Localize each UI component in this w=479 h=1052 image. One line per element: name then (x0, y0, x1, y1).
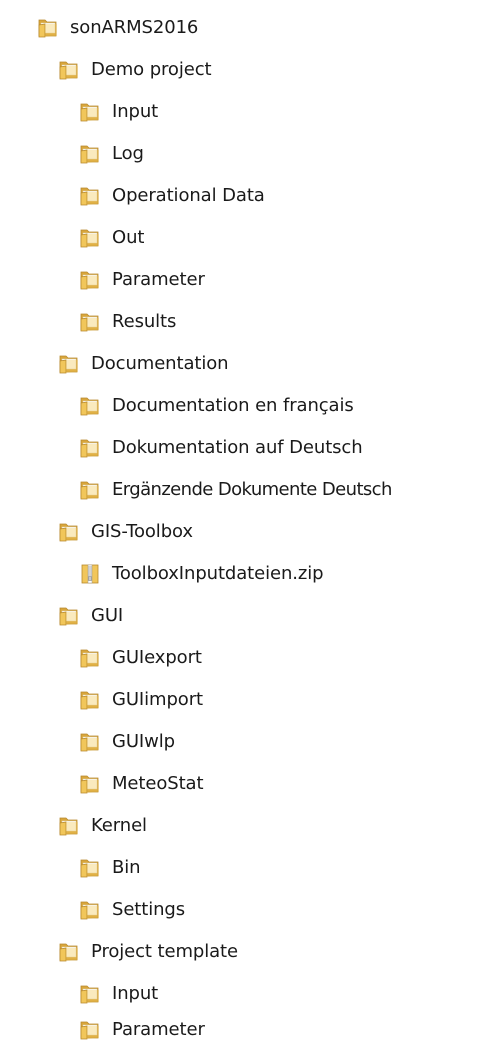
tree-item-documentation[interactable]: Documentation (57, 344, 229, 384)
tree-item-project-template[interactable]: Project template (57, 932, 238, 972)
folder-icon (78, 688, 102, 712)
tree-item-label: Input (112, 101, 159, 122)
tree-item-results[interactable]: Results (78, 302, 176, 342)
tree-item-label: MeteoStat (112, 773, 204, 794)
folder-icon (78, 982, 102, 1006)
folder-icon (57, 814, 81, 838)
tree-item-input[interactable]: Input (78, 92, 158, 132)
tree-item-label: GIS-Toolbox (91, 521, 193, 542)
folder-icon (78, 142, 102, 166)
tree-item-documentation-en-francais[interactable]: Documentation en français (78, 386, 354, 426)
zip-file-icon (78, 562, 102, 586)
tree-item-label: Documentation en français (112, 395, 354, 416)
tree-item-out[interactable]: Out (78, 218, 144, 258)
folder-icon (78, 184, 102, 208)
folder-icon (57, 940, 81, 964)
folder-tree: sonARMS2016 Demo project Input Log Opera… (0, 0, 479, 1052)
tree-item-label: Dokumentation auf Deutsch (112, 437, 363, 458)
tree-item-erganzende-dokumente-deutsch[interactable]: Ergänzende Dokumente Deutsch (78, 470, 392, 510)
folder-icon (78, 310, 102, 334)
tree-item-label: Operational Data (112, 185, 265, 206)
folder-icon (78, 100, 102, 124)
tree-item-label: Parameter (112, 269, 205, 290)
folder-icon (57, 352, 81, 376)
folder-icon (78, 730, 102, 754)
tree-item-kernel[interactable]: Kernel (57, 806, 147, 846)
tree-item-label: GUIexport (112, 647, 202, 668)
folder-icon (78, 268, 102, 292)
tree-item-guiwlp[interactable]: GUIwlp (78, 722, 175, 762)
tree-item-label: GUIimport (112, 689, 203, 710)
folder-icon (78, 772, 102, 796)
tree-item-label: Out (112, 227, 145, 248)
folder-icon (78, 856, 102, 880)
tree-item-log[interactable]: Log (78, 134, 144, 174)
tree-item-gis-toolbox[interactable]: GIS-Toolbox (57, 512, 193, 552)
tree-item-template-parameter[interactable]: Parameter (78, 1010, 205, 1050)
folder-icon (78, 898, 102, 922)
folder-icon (78, 226, 102, 250)
folder-icon (57, 58, 81, 82)
tree-item-toolboxinputdateien-zip[interactable]: ToolboxInputdateien.zip (78, 554, 324, 594)
folder-icon (57, 604, 81, 628)
folder-icon (78, 1018, 102, 1042)
tree-item-label: Parameter (112, 1019, 205, 1040)
folder-icon (36, 16, 60, 40)
tree-item-label: sonARMS2016 (70, 17, 199, 38)
tree-item-label: Documentation (91, 353, 229, 374)
tree-item-demo-project[interactable]: Demo project (57, 50, 212, 90)
tree-item-template-input[interactable]: Input (78, 974, 158, 1014)
tree-item-operational-data[interactable]: Operational Data (78, 176, 265, 216)
tree-item-guiimport[interactable]: GUIimport (78, 680, 203, 720)
folder-icon (57, 520, 81, 544)
folder-icon (78, 394, 102, 418)
tree-item-label: Kernel (91, 815, 147, 836)
tree-item-guiexport[interactable]: GUIexport (78, 638, 202, 678)
tree-item-label: Ergänzende Dokumente Deutsch (112, 479, 392, 500)
tree-item-label: GUIwlp (112, 731, 175, 752)
folder-icon (78, 436, 102, 460)
tree-item-label: Results (112, 311, 177, 332)
tree-item-sonarms2016[interactable]: sonARMS2016 (36, 8, 198, 48)
tree-item-label: Input (112, 983, 159, 1004)
folder-icon (78, 478, 102, 502)
tree-item-label: Log (112, 143, 144, 164)
tree-item-label: ToolboxInputdateien.zip (112, 563, 324, 584)
tree-item-label: GUI (91, 605, 124, 626)
tree-item-label: Demo project (91, 59, 212, 80)
tree-item-label: Bin (112, 857, 141, 878)
tree-item-label: Project template (91, 941, 238, 962)
tree-item-label: Settings (112, 899, 186, 920)
tree-item-bin[interactable]: Bin (78, 848, 141, 888)
tree-item-dokumentation-auf-deutsch[interactable]: Dokumentation auf Deutsch (78, 428, 363, 468)
tree-item-parameter[interactable]: Parameter (78, 260, 205, 300)
tree-item-meteostat[interactable]: MeteoStat (78, 764, 204, 804)
tree-item-gui[interactable]: GUI (57, 596, 123, 636)
folder-icon (78, 646, 102, 670)
tree-item-settings[interactable]: Settings (78, 890, 185, 930)
